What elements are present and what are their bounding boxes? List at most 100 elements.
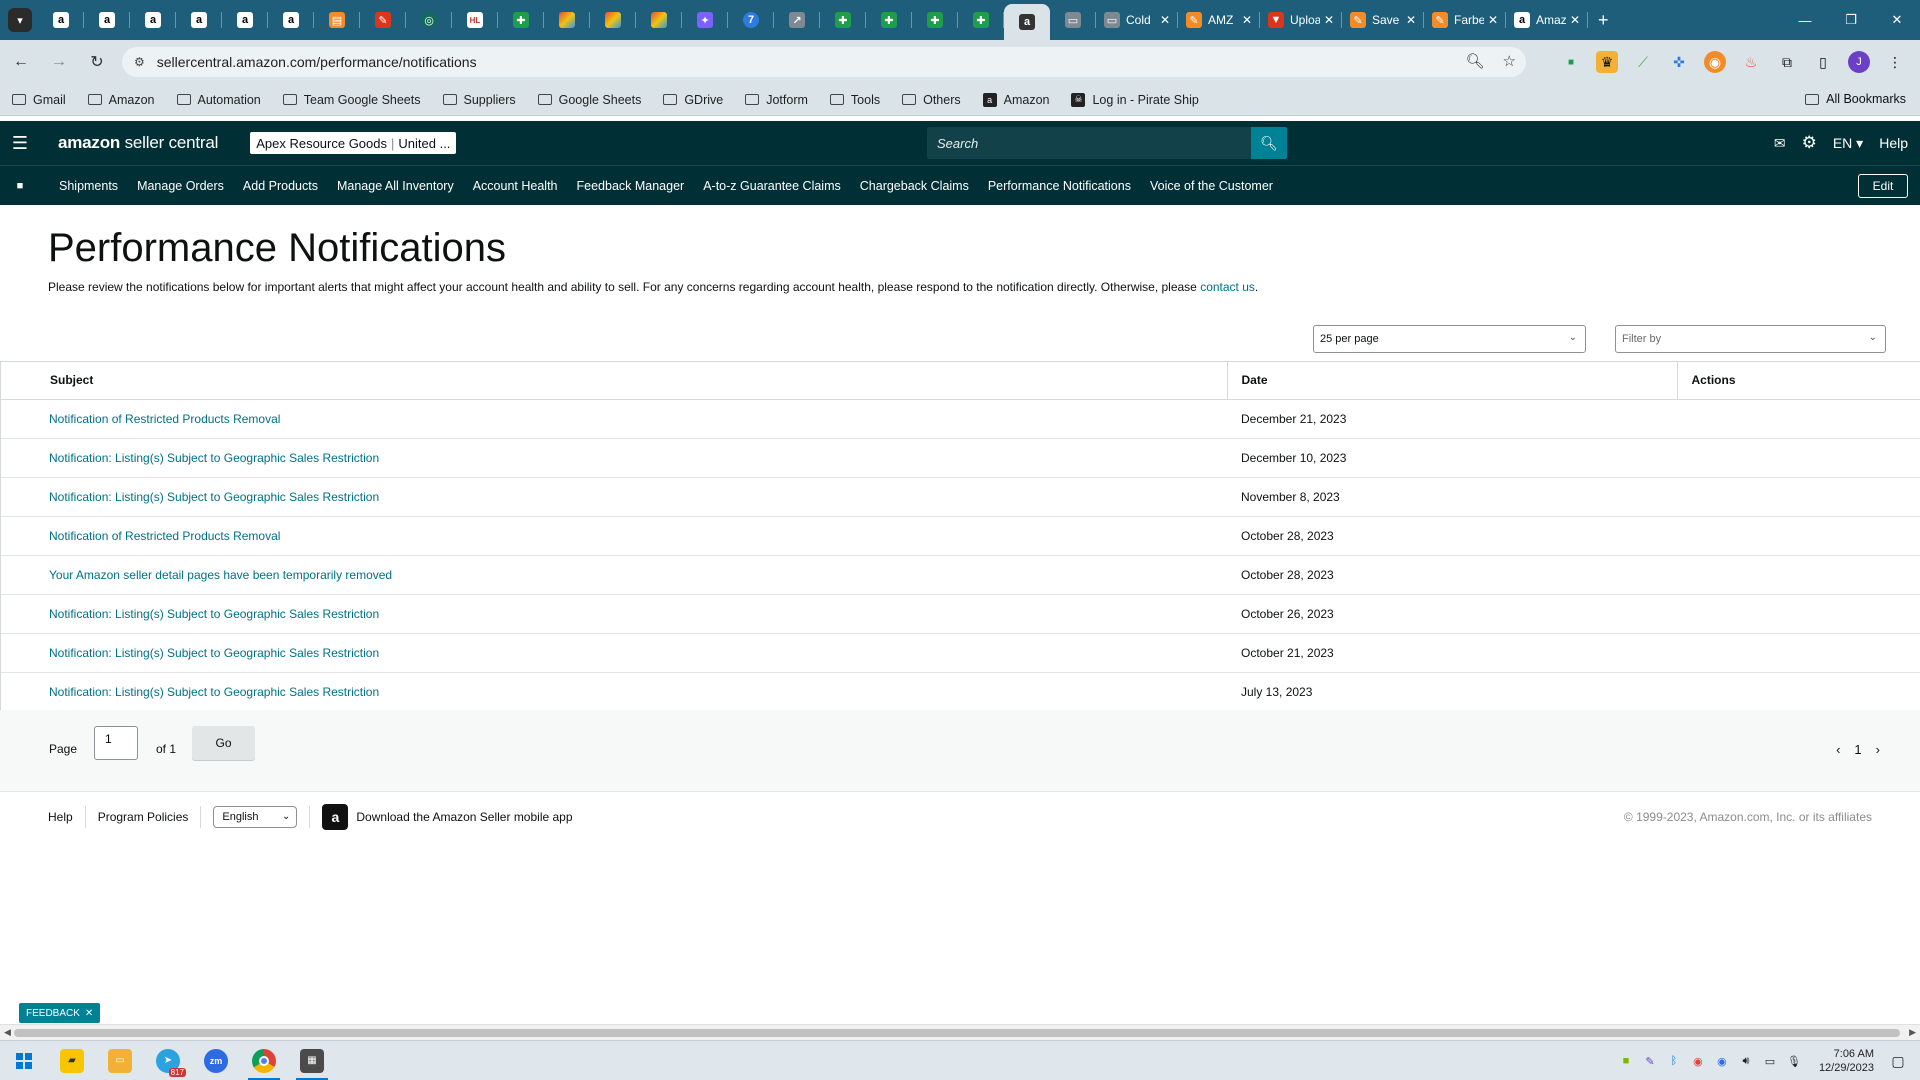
- pinned-tab[interactable]: ↗: [774, 0, 820, 40]
- file-explorer-icon[interactable]: ▭: [96, 1041, 144, 1080]
- bookmark-item[interactable]: Others: [902, 93, 961, 107]
- language-selector[interactable]: EN ▾: [1833, 135, 1863, 152]
- close-tab-icon[interactable]: ✕: [1488, 13, 1498, 27]
- next-page-icon[interactable]: ›: [1876, 742, 1880, 757]
- bookmark-item[interactable]: ☠ Log in - Pirate Ship: [1071, 92, 1199, 107]
- pinned-tab[interactable]: ✚: [866, 0, 912, 40]
- horizontal-scrollbar[interactable]: ◀ ▶: [0, 1024, 1920, 1040]
- pinned-tab[interactable]: a: [176, 0, 222, 40]
- scroll-left-icon[interactable]: ◀: [4, 1027, 11, 1038]
- mobile-app-link[interactable]: Download the Amazon Seller mobile app: [356, 810, 572, 824]
- address-bar[interactable]: ⚙ sellercentral.amazon.com/performance/n…: [122, 47, 1526, 77]
- bookmark-item[interactable]: Tools: [829, 93, 880, 107]
- sticky-notes-icon[interactable]: ▰: [48, 1041, 96, 1080]
- pinned-tab[interactable]: ✦: [682, 0, 728, 40]
- close-tab-icon[interactable]: ✕: [1324, 13, 1334, 27]
- pinned-tab[interactable]: ✚: [820, 0, 866, 40]
- seller-central-logo[interactable]: amazon seller central: [58, 133, 218, 153]
- pen-icon[interactable]: ✎: [1643, 1054, 1657, 1068]
- browser-tab[interactable]: ✎ AMZ ✕: [1178, 0, 1260, 40]
- notification-subject-link[interactable]: Notification: Listing(s) Subject to Geog…: [1, 633, 1227, 673]
- nav-item[interactable]: Feedback Manager: [577, 179, 685, 193]
- column-header-subject[interactable]: Subject: [1, 362, 1227, 400]
- amazon-seller-app-icon[interactable]: a: [322, 804, 349, 830]
- extension-orange-icon[interactable]: ◉: [1704, 51, 1726, 73]
- bookmark-item[interactable]: Automation: [176, 93, 261, 107]
- extension-leaf-icon[interactable]: ⟋: [1632, 51, 1654, 73]
- pinned-tab[interactable]: a: [1004, 4, 1050, 40]
- current-page-number[interactable]: 1: [1854, 742, 1861, 757]
- calculator-icon[interactable]: ▦: [288, 1041, 336, 1080]
- footer-language-select[interactable]: English ⌄: [213, 806, 298, 828]
- bookmark-item[interactable]: Team Google Sheets: [282, 93, 421, 107]
- close-tab-icon[interactable]: ✕: [1570, 13, 1580, 27]
- page-number-input[interactable]: [94, 726, 138, 760]
- help-link[interactable]: Help: [1879, 135, 1908, 151]
- profile-avatar[interactable]: J: [1848, 51, 1870, 73]
- nav-item[interactable]: Chargeback Claims: [860, 179, 969, 193]
- telegram-icon[interactable]: ➤ 817: [144, 1041, 192, 1080]
- notification-subject-link[interactable]: Notification of Restricted Products Remo…: [1, 516, 1227, 556]
- close-icon[interactable]: ✕: [85, 1008, 93, 1019]
- pinned-tab[interactable]: a: [268, 0, 314, 40]
- microphone-icon[interactable]: 🎙︎: [1787, 1054, 1801, 1068]
- minimize-icon[interactable]: —: [1782, 0, 1828, 40]
- bookmark-item[interactable]: Gmail: [12, 93, 66, 107]
- mail-icon[interactable]: ✉: [1774, 135, 1786, 152]
- scrollbar-thumb[interactable]: [14, 1029, 1900, 1037]
- forward-icon[interactable]: →: [42, 45, 76, 79]
- search-input[interactable]: [927, 127, 1251, 159]
- nav-item[interactable]: Manage Orders: [137, 179, 224, 193]
- tab-search-button[interactable]: ▾: [8, 8, 32, 32]
- pinned-tab[interactable]: ✚: [498, 0, 544, 40]
- bookmark-item[interactable]: GDrive: [663, 93, 723, 107]
- notification-subject-link[interactable]: Notification: Listing(s) Subject to Geog…: [1, 438, 1227, 478]
- volume-icon[interactable]: 🔊︎: [1739, 1054, 1753, 1068]
- bookmark-star-icon[interactable]: ☆: [1503, 52, 1516, 70]
- chrome-icon[interactable]: [240, 1041, 288, 1080]
- edit-nav-button[interactable]: Edit: [1858, 174, 1908, 198]
- feedback-button[interactable]: FEEDBACK ✕: [19, 1003, 101, 1023]
- nav-item[interactable]: Account Health: [473, 179, 558, 193]
- browser-tab[interactable]: ✎ Save ✕: [1342, 0, 1424, 40]
- bookmark-item[interactable]: Jotform: [745, 93, 808, 107]
- pinned-tab[interactable]: [544, 0, 590, 40]
- system-clock[interactable]: 7:06 AM 12/29/2023: [1819, 1047, 1874, 1075]
- nvidia-icon[interactable]: ■: [1619, 1054, 1633, 1068]
- restore-icon[interactable]: ❐: [1828, 0, 1874, 40]
- browser-tab[interactable]: ▼ Uploa ✕: [1260, 0, 1342, 40]
- nav-item[interactable]: Manage All Inventory: [337, 179, 454, 193]
- extension-green-icon[interactable]: ■: [1560, 51, 1582, 73]
- pinned-tab[interactable]: ▭: [1050, 0, 1096, 40]
- notification-subject-link[interactable]: Notification of Restricted Products Remo…: [1, 399, 1227, 439]
- new-tab-button[interactable]: +: [1598, 10, 1609, 31]
- pinned-tab[interactable]: ✎: [360, 0, 406, 40]
- reload-icon[interactable]: ↻: [80, 45, 114, 79]
- zoom-tray-icon[interactable]: ◉: [1715, 1054, 1729, 1068]
- extensions-puzzle-icon[interactable]: ⧉: [1776, 51, 1798, 73]
- browser-tab[interactable]: ▭ Cold ✕: [1096, 0, 1178, 40]
- zoom-app-icon[interactable]: zm: [192, 1041, 240, 1080]
- notification-center-icon[interactable]: ▢: [1884, 1041, 1912, 1080]
- previous-page-icon[interactable]: ‹: [1836, 742, 1840, 757]
- nav-item[interactable]: Voice of the Customer: [1150, 179, 1273, 193]
- column-header-date[interactable]: Date: [1226, 362, 1677, 400]
- nav-item[interactable]: Add Products: [243, 179, 318, 193]
- site-info-icon[interactable]: ⚙: [134, 55, 145, 69]
- close-tab-icon[interactable]: ✕: [1242, 13, 1252, 27]
- extension-honey-icon[interactable]: ♛: [1596, 51, 1618, 73]
- go-button[interactable]: Go: [192, 726, 255, 760]
- close-window-icon[interactable]: ✕: [1874, 0, 1920, 40]
- browser-menu-icon[interactable]: ⋮: [1884, 51, 1906, 73]
- bluetooth-icon[interactable]: ᛒ: [1667, 1054, 1681, 1068]
- close-tab-icon[interactable]: ✕: [1160, 13, 1170, 27]
- nav-item[interactable]: Performance Notifications: [988, 179, 1131, 193]
- hamburger-menu-icon[interactable]: ☰: [0, 121, 40, 165]
- browser-tab[interactable]: a Amaz ✕: [1506, 0, 1588, 40]
- pinned-tab[interactable]: 7: [728, 0, 774, 40]
- pinned-tab[interactable]: [590, 0, 636, 40]
- scroll-right-icon[interactable]: ▶: [1909, 1027, 1916, 1038]
- search-button[interactable]: 🔍︎: [1251, 127, 1287, 159]
- all-bookmarks[interactable]: All Bookmarks: [1805, 92, 1906, 106]
- start-button[interactable]: [0, 1041, 48, 1080]
